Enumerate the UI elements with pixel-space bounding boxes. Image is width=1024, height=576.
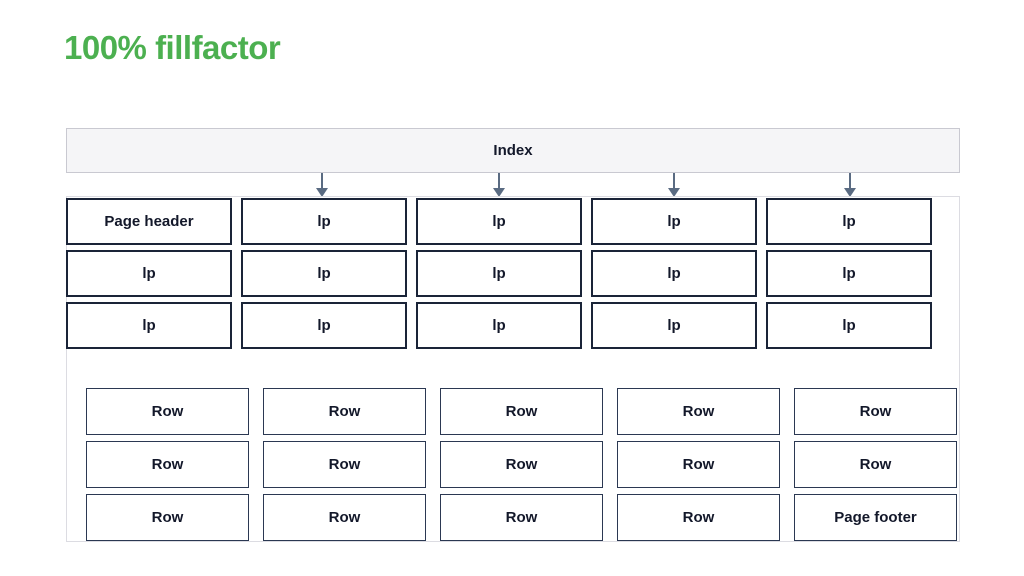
row-cell: Row — [617, 388, 780, 435]
line-pointer-cell: lp — [66, 302, 232, 349]
line-pointer-cell: lp — [591, 302, 757, 349]
line-pointer-cell: lp — [591, 250, 757, 297]
line-pointer-cell: lp — [66, 250, 232, 297]
index-arrow-4 — [844, 173, 856, 197]
line-pointer-cell: lp — [416, 198, 582, 245]
index-label: Index — [493, 142, 533, 159]
row-cell: Row — [794, 388, 957, 435]
line-pointer-cell: lp — [416, 302, 582, 349]
row-cell: Page footer — [794, 494, 957, 541]
line-pointer-cell: lp — [416, 250, 582, 297]
line-pointer-cell: lp — [591, 198, 757, 245]
row-cell: Row — [263, 494, 426, 541]
line-pointer-cell: lp — [766, 198, 932, 245]
row-cell: Row — [440, 441, 603, 488]
line-pointer-cell: lp — [241, 302, 407, 349]
index-arrow-3 — [668, 173, 680, 197]
row-cell: Row — [617, 441, 780, 488]
index-bar: Index — [66, 128, 960, 173]
row-cell: Row — [86, 494, 249, 541]
row-cell: Row — [86, 441, 249, 488]
page-title: 100% fillfactor — [64, 29, 281, 66]
row-cell: Row — [440, 494, 603, 541]
line-pointer-cell: lp — [241, 250, 407, 297]
line-pointer-cell: lp — [766, 302, 932, 349]
row-cell: Row — [440, 388, 603, 435]
line-pointer-cell: Page header — [66, 198, 232, 245]
index-arrow-2 — [493, 173, 505, 197]
row-cell: Row — [794, 441, 957, 488]
row-cell: Row — [263, 441, 426, 488]
index-arrow-1 — [316, 173, 328, 197]
row-cell: Row — [86, 388, 249, 435]
row-grid: Row Row Row Row Row Row Row Row Row Row Row Row Row R… — [86, 388, 957, 541]
line-pointer-cell: lp — [766, 250, 932, 297]
row-cell: Row — [263, 388, 426, 435]
line-pointer-cell: lp — [241, 198, 407, 245]
row-cell: Row — [617, 494, 780, 541]
line-pointer-grid: Page header lp lp lp lp lp lp lp lp lp lp lp lp lp lp — [66, 198, 932, 349]
